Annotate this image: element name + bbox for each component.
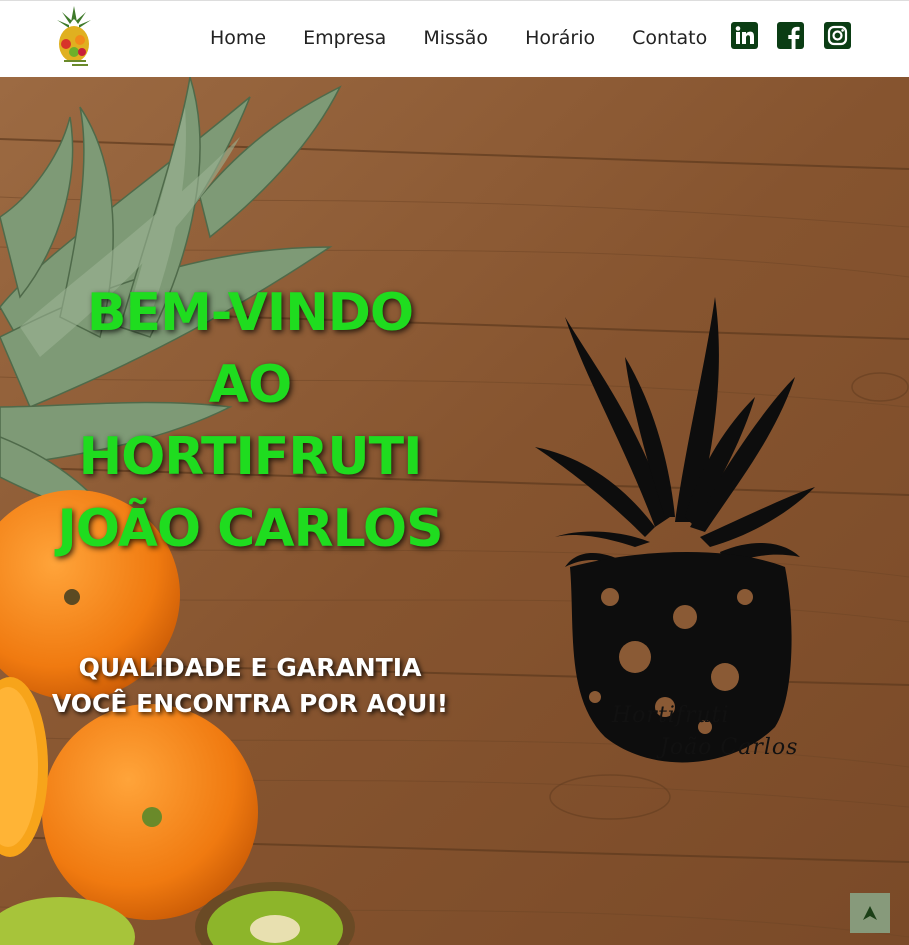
instagram-icon[interactable] (824, 22, 851, 49)
main-nav: Home Empresa Missão Horário Contato (210, 27, 744, 49)
arrow-up-icon (863, 906, 877, 920)
brand-text-line2: João Carlos (660, 735, 799, 760)
site-logo[interactable] (54, 4, 94, 68)
nav-home[interactable]: Home (210, 27, 266, 49)
back-to-top-button[interactable] (850, 893, 890, 933)
site-header: Home Empresa Missão Horário Contato (0, 0, 909, 77)
hero-section: BEM-VINDO AO HORTIFRUTI JOÃO CARLOS QUAL… (0, 77, 909, 945)
pineapple-brand-logo (535, 297, 815, 763)
hero-headline: BEM-VINDO AO HORTIFRUTI JOÃO CARLOS (57, 283, 443, 559)
nav-contato[interactable]: Contato (632, 27, 707, 49)
nav-horario[interactable]: Horário (525, 27, 595, 49)
nav-empresa[interactable]: Empresa (303, 27, 386, 49)
brand-text-line1: Hortifruti (612, 703, 730, 728)
hero-tagline: QUALIDADE E GARANTIA VOCÊ ENCONTRA POR A… (51, 653, 449, 718)
nav-missao[interactable]: Missão (423, 27, 488, 49)
linkedin-icon[interactable] (731, 22, 758, 49)
facebook-icon[interactable] (777, 22, 804, 49)
